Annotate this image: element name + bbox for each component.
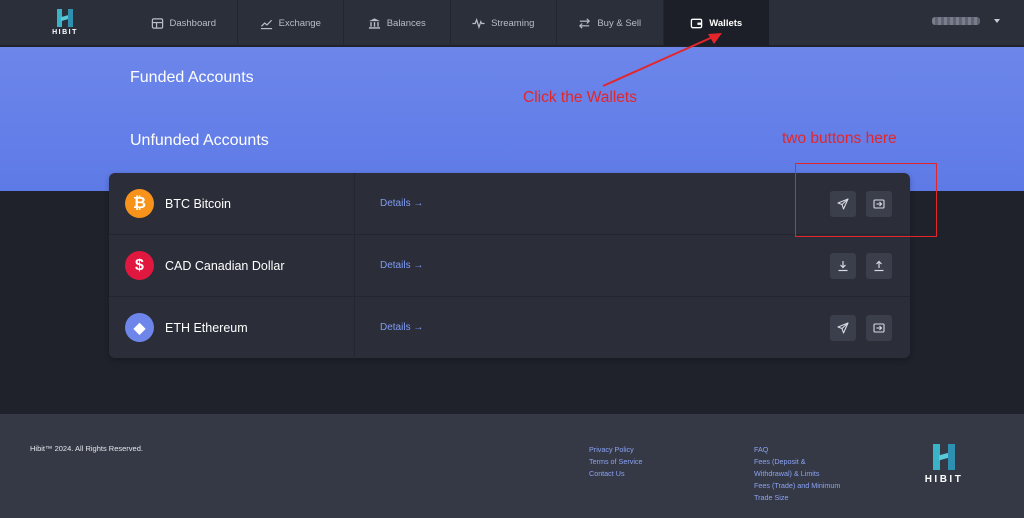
annotation-click-wallets: Click the Wallets — [523, 89, 637, 106]
footer: Hibit™ 2024. All Rights Reserved. Privac… — [0, 414, 1024, 518]
annotation-highlight-box — [795, 163, 937, 237]
footer-logo-text: HIBIT — [924, 474, 964, 485]
footer-links-col1: Privacy Policy Terms of Service Contact … — [589, 444, 643, 480]
fees-deposit-link-cont[interactable]: Withdrawal) & Limits — [754, 468, 874, 480]
fees-trade-link[interactable]: Fees (Trade) and Minimum — [754, 480, 874, 492]
privacy-policy-link[interactable]: Privacy Policy — [589, 444, 643, 456]
copyright-text: Hibit™ 2024. All Rights Reserved. — [30, 444, 143, 453]
fees-deposit-link[interactable]: Fees (Deposit & — [754, 456, 874, 468]
footer-logo: HIBIT — [916, 444, 972, 485]
annotation-two-buttons: two buttons here — [782, 130, 897, 147]
footer-links-col2: FAQ Fees (Deposit & Withdrawal) & Limits… — [754, 444, 874, 504]
terms-link[interactable]: Terms of Service — [589, 456, 643, 468]
fees-trade-link-cont[interactable]: Trade Size — [754, 492, 874, 504]
contact-link[interactable]: Contact Us — [589, 468, 643, 480]
hibit-logo-icon — [933, 444, 955, 470]
faq-link[interactable]: FAQ — [754, 444, 874, 456]
